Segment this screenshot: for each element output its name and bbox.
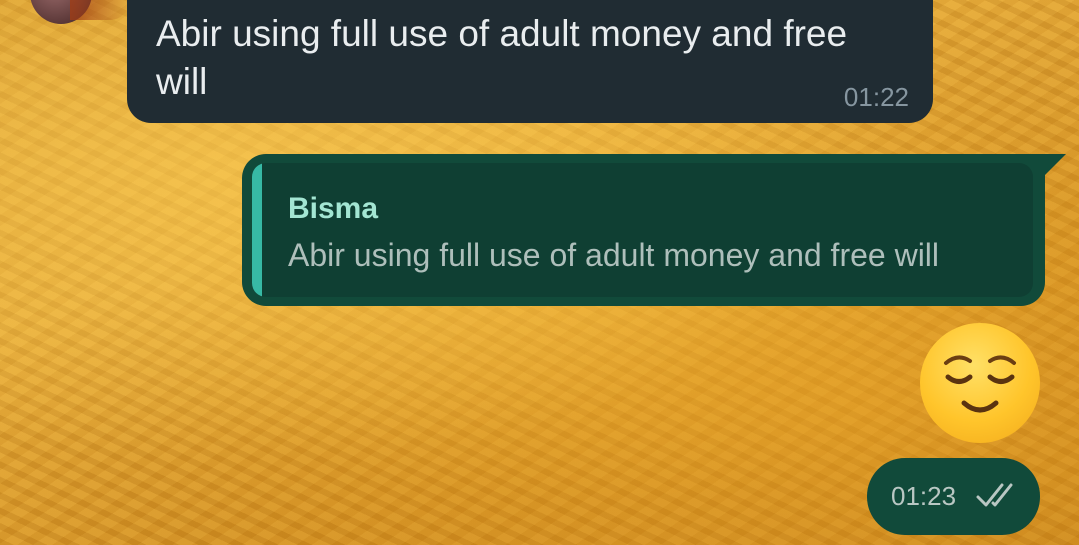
incoming-message-time: 01:22 <box>843 82 909 112</box>
incoming-message-bubble[interactable]: Abir using full use of adult money and f… <box>127 0 933 123</box>
quote-accent-bar <box>252 163 262 297</box>
double-check-icon <box>975 480 1021 514</box>
quote-author: Bisma <box>288 192 379 225</box>
quote-text: Abir using full use of adult money and f… <box>288 237 940 273</box>
quoted-message[interactable]: Bisma Abir using full use of adult money… <box>252 163 1033 297</box>
relieved-face-icon[interactable] <box>920 323 1040 443</box>
wallpaper-decoration <box>70 0 130 20</box>
outgoing-status-bubble[interactable]: 01:23 <box>867 458 1040 535</box>
outgoing-message-time: 01:23 <box>891 481 957 511</box>
incoming-message-text: Abir using full use of adult money and f… <box>156 13 848 102</box>
outgoing-bubble-tail <box>1040 154 1066 180</box>
